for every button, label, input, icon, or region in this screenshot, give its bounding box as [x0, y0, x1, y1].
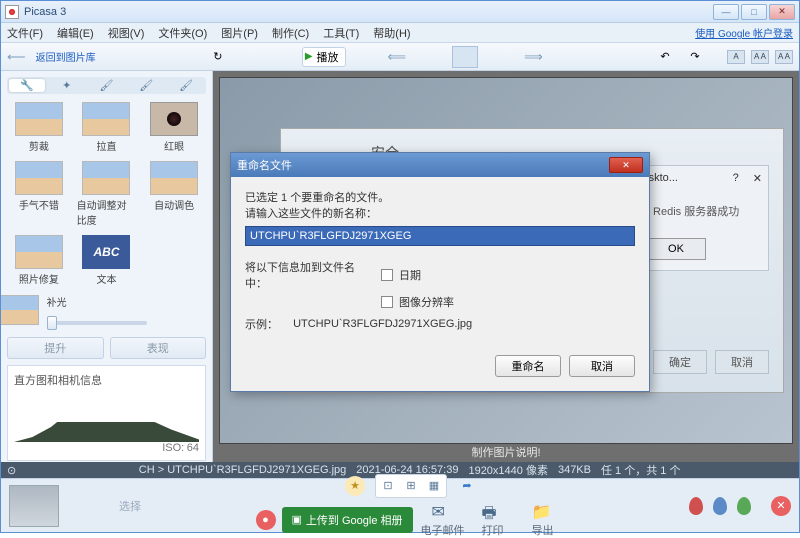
share-icon[interactable]: ➦ [457, 476, 477, 496]
dialog-line2: 请输入这些文件的新名称： [245, 205, 635, 221]
tool-8[interactable]: 补光 [7, 292, 138, 327]
tool-3[interactable]: 手气不错 [7, 159, 71, 229]
google-login-link[interactable]: 使用 Google 帐户登录 [695, 25, 793, 40]
dialog-close-button[interactable]: ✕ [609, 157, 643, 173]
bottom-bar: 选择 ★ ⊡ ⊞ ▦ ➦ ● ▣上传到 Google 相册 ✉电子邮件🖶打印📁导… [1, 478, 799, 532]
maximize-button[interactable]: □ [741, 4, 767, 20]
menu-item[interactable]: 工具(T) [323, 25, 359, 41]
tab-basic[interactable]: 🔧 [9, 79, 45, 92]
zoom-aa[interactable]: A A [751, 50, 769, 64]
histogram [14, 392, 199, 442]
pin-red-icon[interactable] [689, 497, 703, 515]
date-checkbox[interactable] [381, 269, 393, 281]
rename-input[interactable] [245, 226, 635, 246]
tab-light[interactable]: ✦ [49, 79, 85, 92]
view-icons: ⊡ ⊞ ▦ [375, 474, 447, 498]
tool-1[interactable]: 拉直 [75, 100, 139, 155]
rotate-left-icon[interactable]: ↶ [653, 47, 677, 67]
fit-icon[interactable]: ⊡ [377, 476, 399, 496]
menu-item[interactable]: 制作(C) [272, 25, 309, 41]
refresh-icon[interactable]: ↻ [206, 47, 230, 67]
prev-icon[interactable]: ⟸ [388, 49, 407, 65]
perform-button[interactable]: 表现 [110, 337, 207, 359]
menu-item[interactable]: 帮助(H) [373, 25, 410, 41]
histogram-label: 直方图和相机信息 [14, 372, 199, 388]
tab-brush1[interactable]: 🖌 [89, 79, 125, 92]
tool-0[interactable]: 剪裁 [7, 100, 71, 155]
zoom-a[interactable]: A [727, 50, 745, 64]
minimize-button[interactable]: — [713, 4, 739, 20]
titlebar: Picasa 3 — □ ✕ [1, 1, 799, 23]
zoom-aaa[interactable]: A A [775, 50, 793, 64]
pick-label: 选择 [119, 498, 141, 514]
tool-6[interactable]: 照片修复 [7, 233, 71, 288]
confirm-button[interactable]: 确定 [653, 350, 707, 374]
caption[interactable]: 制作图片说明! [213, 444, 799, 460]
action-打印[interactable]: 🖶打印 [469, 502, 517, 538]
resolution-checkbox[interactable] [381, 296, 393, 308]
tab-brush3[interactable]: 🖌 [168, 79, 204, 92]
menu-item[interactable]: 文件(F) [7, 25, 43, 41]
rotate-right-icon[interactable]: ↷ [683, 47, 707, 67]
back-icon[interactable]: ⟵ [7, 49, 26, 65]
back-to-library[interactable]: 返回到图片库 [36, 49, 96, 64]
window-title: Picasa 3 [24, 6, 713, 18]
actual-icon[interactable]: ⊞ [400, 476, 422, 496]
tool-7[interactable]: ABC文本 [75, 233, 139, 288]
menu-item[interactable]: 编辑(E) [57, 25, 94, 41]
app-icon [5, 5, 19, 19]
popup-ok-button[interactable]: OK [646, 238, 706, 260]
tool-2[interactable]: 红眼 [142, 100, 206, 155]
rename-button[interactable]: 重命名 [495, 355, 561, 377]
menu-item[interactable]: 视图(V) [108, 25, 145, 41]
popup-close-icon[interactable]: ✕ [753, 172, 762, 185]
dialog-line1: 已选定 1 个要重命名的文件。 [245, 189, 635, 205]
action-电子邮件[interactable]: ✉电子邮件 [419, 502, 467, 538]
star-icon[interactable]: ★ [345, 476, 365, 496]
menu-item[interactable]: 文件夹(O) [158, 25, 207, 41]
sidebar: 🔧 ✦ 🖌 🖌 🖌 剪裁拉直红眼手气不错自动调整对比度自动调色照片修复ABC文本… [1, 71, 213, 462]
histogram-panel: 直方图和相机信息 ISO: 64 [7, 365, 206, 461]
cancel-button[interactable]: 取消 [715, 350, 769, 374]
toolbar: ⟵ 返回到图片库 ↻ ▶ 播放 ⟸ ⟹ ↶ ↷ A A A A A [1, 43, 799, 71]
next-icon[interactable]: ⟹ [524, 49, 543, 65]
delete-icon[interactable]: ✕ [771, 496, 791, 516]
pin-blue-icon[interactable] [713, 497, 727, 515]
rename-dialog: 重命名文件 ✕ 已选定 1 个要重命名的文件。 请输入这些文件的新名称： 将以下… [230, 152, 650, 392]
dialog-cancel-button[interactable]: 取消 [569, 355, 635, 377]
play-icon: ▶ [305, 51, 313, 62]
grid-icon[interactable]: ▦ [423, 476, 445, 496]
menubar: 文件(F) 编辑(E) 视图(V) 文件夹(O) 图片(P) 制作(C) 工具(T) 帮助(H… [1, 23, 799, 43]
play-button[interactable]: ▶ 播放 [302, 47, 346, 67]
tab-brush2[interactable]: 🖌 [128, 79, 164, 92]
upload-button[interactable]: ▣上传到 Google 相册 [282, 507, 413, 533]
fill-light-slider[interactable] [47, 321, 147, 325]
record-icon[interactable]: ● [256, 510, 276, 530]
enhance-button[interactable]: 提升 [7, 337, 104, 359]
bottom-thumb[interactable] [9, 485, 59, 527]
tool-5[interactable]: 自动调色 [142, 159, 206, 229]
tool-4[interactable]: 自动调整对比度 [75, 159, 139, 229]
menu-item[interactable]: 图片(P) [221, 25, 258, 41]
thumb-box [452, 46, 478, 68]
close-button[interactable]: ✕ [769, 4, 795, 20]
edit-tabs: 🔧 ✦ 🖌 🖌 🖌 [7, 77, 206, 94]
action-导出[interactable]: 📁导出 [519, 502, 567, 538]
dialog-title: 重命名文件 [237, 157, 292, 173]
popup-help-icon[interactable]: ? [733, 172, 739, 184]
pin-green-icon[interactable] [737, 497, 751, 515]
example-text: UTCHPU`R3FLGFDJ2971XGEG.jpg [293, 318, 472, 330]
